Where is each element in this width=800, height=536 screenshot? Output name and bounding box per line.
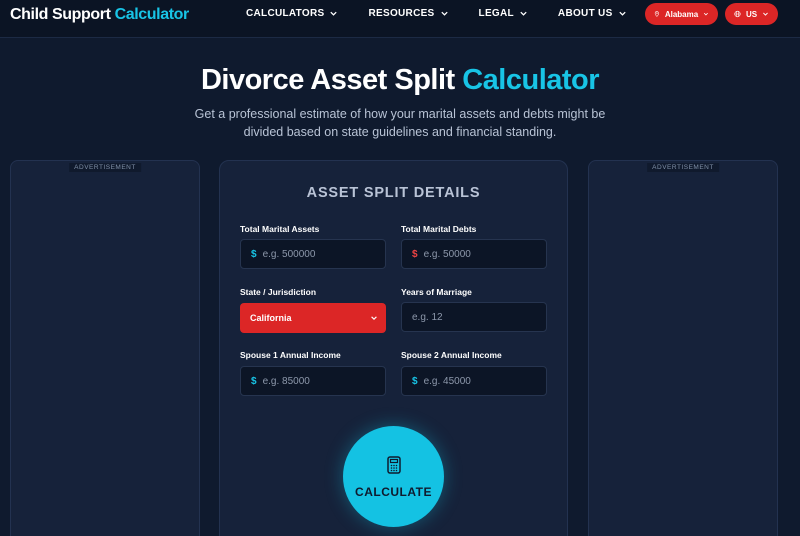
dollar-icon: $ xyxy=(251,375,257,387)
main-menu: CALCULATORS RESOURCES LEGAL ABOUT US xyxy=(246,8,657,19)
site-logo[interactable]: Child Support Calculator xyxy=(10,6,189,24)
form-title: ASSET SPLIT DETAILS xyxy=(306,185,481,201)
dollar-icon: $ xyxy=(412,248,418,260)
state-select[interactable]: California xyxy=(240,303,386,333)
country-selector-button[interactable]: US xyxy=(725,3,778,25)
spouse2-income-label: Spouse 2 Annual Income xyxy=(401,350,502,360)
calculator-icon xyxy=(386,455,401,474)
state-label: State / Jurisdiction xyxy=(240,287,317,297)
advertisement-label: ADVERTISEMENT xyxy=(69,163,141,172)
spouse1-income-placeholder: e.g. 85000 xyxy=(262,375,310,387)
dollar-icon: $ xyxy=(251,248,257,260)
years-placeholder: e.g. 12 xyxy=(412,311,443,323)
nav-resources[interactable]: RESOURCES xyxy=(368,8,448,19)
total-assets-placeholder: e.g. 500000 xyxy=(262,248,316,260)
logo-text-accent: Calculator xyxy=(114,6,190,23)
nav-legal-label: LEGAL xyxy=(478,8,514,19)
state-selector-label: Alabama xyxy=(664,9,699,19)
state-select-value: California xyxy=(250,313,292,323)
globe-icon xyxy=(734,10,741,18)
years-input[interactable]: e.g. 12 xyxy=(401,302,547,332)
advertisement-left[interactable]: ADVERTISEMENT xyxy=(10,160,200,536)
logo-text-main: Child Support xyxy=(10,6,115,23)
total-debts-input[interactable]: $ e.g. 50000 xyxy=(401,239,547,269)
chevron-down-icon xyxy=(763,12,768,16)
calculate-button-label: CALCULATE xyxy=(355,484,432,499)
advertisement-label: ADVERTISEMENT xyxy=(647,163,719,172)
total-assets-label: Total Marital Assets xyxy=(240,224,320,234)
page-title: Divorce Asset Split Calculator xyxy=(0,64,800,97)
chevron-down-icon xyxy=(440,11,448,16)
state-selector-button[interactable]: Alabama xyxy=(645,3,718,25)
spouse2-income-input[interactable]: $ e.g. 45000 xyxy=(401,366,547,396)
chevron-down-icon xyxy=(330,11,338,16)
total-assets-input[interactable]: $ e.g. 500000 xyxy=(240,239,386,269)
spouse2-income-placeholder: e.g. 45000 xyxy=(423,375,471,387)
page-title-main: Divorce Asset Split xyxy=(200,64,463,96)
spouse1-income-input[interactable]: $ e.g. 85000 xyxy=(240,366,386,396)
chevron-down-icon xyxy=(618,11,626,16)
calculate-button[interactable]: CALCULATE xyxy=(343,426,444,527)
nav-about-us-label: ABOUT US xyxy=(557,8,613,19)
nav-about-us[interactable]: ABOUT US xyxy=(558,8,627,19)
nav-resources-label: RESOURCES xyxy=(368,8,435,19)
nav-calculators-label: CALCULATORS xyxy=(246,8,325,19)
spouse1-income-label: Spouse 1 Annual Income xyxy=(240,350,341,360)
page-subtitle: Get a professional estimate of how your … xyxy=(194,107,606,139)
page-title-accent: Calculator xyxy=(462,64,600,96)
chevron-down-icon xyxy=(704,12,709,16)
chevron-down-icon xyxy=(371,316,377,320)
total-debts-placeholder: e.g. 50000 xyxy=(423,248,471,260)
country-selector-label: US xyxy=(745,9,758,19)
dollar-icon: $ xyxy=(412,375,418,387)
nav-legal[interactable]: LEGAL xyxy=(479,8,528,19)
advertisement-right[interactable]: ADVERTISEMENT xyxy=(588,160,778,536)
chevron-down-icon xyxy=(520,11,527,16)
map-pin-icon xyxy=(654,11,659,17)
total-debts-label: Total Marital Debts xyxy=(401,224,477,234)
top-navbar: Child Support Calculator CALCULATORS RES… xyxy=(0,0,800,38)
nav-calculators[interactable]: CALCULATORS xyxy=(246,8,338,19)
years-label: Years of Marriage xyxy=(401,287,472,297)
